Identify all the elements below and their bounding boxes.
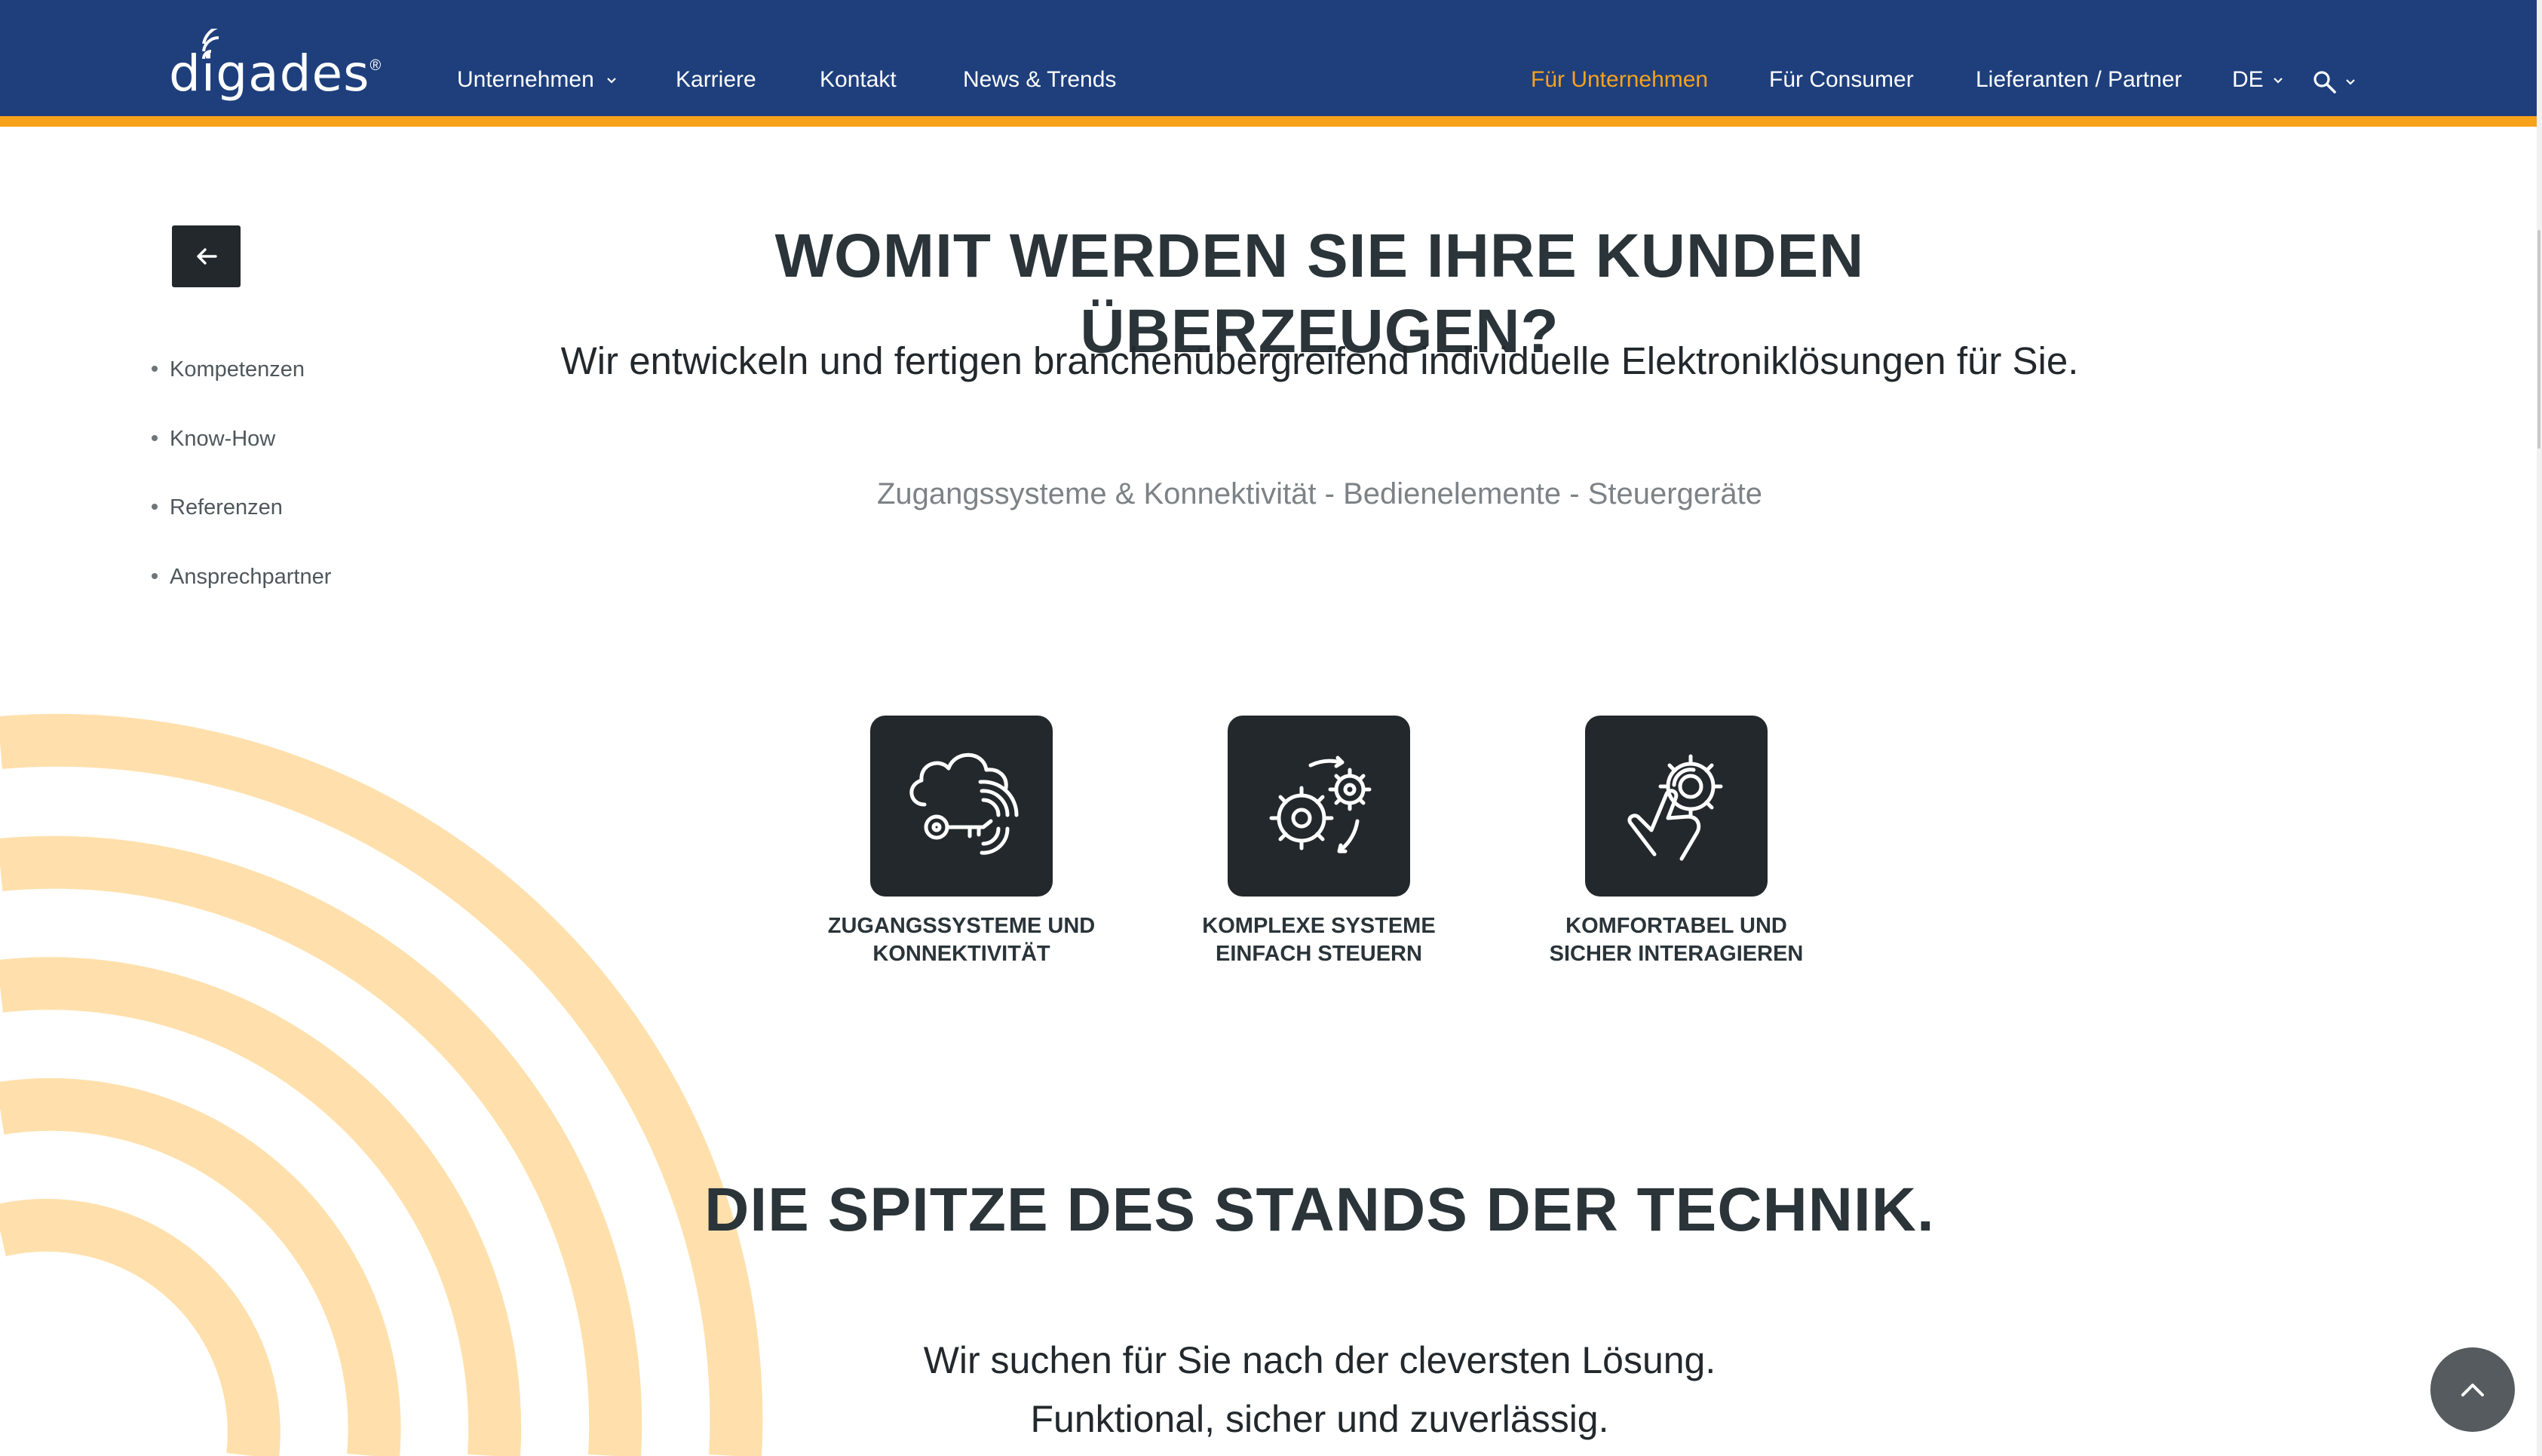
header-accent-stripe (0, 116, 2537, 127)
sidebar-link-label: Kompetenzen (170, 357, 305, 382)
chevron-up-icon (2461, 1384, 2484, 1396)
bullet-dot (152, 504, 158, 510)
feature-label-line: KOMFORTABEL UND (1565, 914, 1787, 938)
back-button[interactable] (172, 225, 241, 287)
feature-label-komplexe-systeme: KOMPLEXE SYSTEME EINFACH STEUERN (1145, 912, 1492, 968)
sidebar-link-know-how[interactable]: Know-How (152, 424, 275, 454)
scroll-to-top-button[interactable] (2430, 1347, 2515, 1432)
language-label: DE (2232, 67, 2264, 92)
nav-kontakt[interactable]: Kontakt (820, 63, 897, 97)
feature-label-line: KOMPLEXE SYSTEME (1202, 914, 1436, 938)
logo-text: digades (169, 44, 370, 103)
nav-fuer-consumer[interactable]: Für Consumer (1769, 63, 1914, 97)
logo-signal-icon (202, 29, 219, 60)
nav-lieferanten-partner[interactable]: Lieferanten / Partner (1976, 63, 2182, 97)
feature-label-line: SICHER INTERAGIEREN (1549, 942, 1804, 966)
feature-tile-komfortabel[interactable] (1585, 716, 1768, 897)
sidebar-link-referenzen[interactable]: Referenzen (152, 492, 283, 523)
sidebar-link-label: Know-How (170, 427, 276, 451)
nav-karriere[interactable]: Karriere (676, 63, 756, 97)
touch-gear-icon (1627, 754, 1723, 861)
page-scrollbar-thumb[interactable] (2537, 230, 2540, 449)
sidebar-link-label: Referenzen (170, 495, 283, 520)
chevron-down-icon (2346, 79, 2356, 85)
bullet-dot (152, 573, 158, 580)
bullet-dot (152, 435, 158, 442)
feature-tile-komplexe-systeme[interactable] (1228, 716, 1410, 897)
nav-unternehmen[interactable]: Unternehmen (457, 63, 617, 97)
search-toggle[interactable] (2312, 65, 2356, 98)
technik-heading: DIE SPITZE DES STANDS DER TECHNIK. (704, 1176, 1935, 1244)
feature-label-line: KONNEKTIVITÄT (872, 942, 1050, 966)
chevron-down-icon (607, 78, 616, 84)
nav-unternehmen-label: Unternehmen (457, 67, 594, 92)
feature-label-line: ZUGANGSSYSTEME UND (827, 914, 1096, 938)
bullet-dot (152, 366, 158, 372)
arrow-left-icon (196, 248, 217, 265)
chevron-down-icon (2274, 78, 2283, 84)
intro-lead: Wir entwickeln und fertigen branchenüber… (560, 339, 2079, 382)
technik-line-1: Wir suchen für Sie nach der cleversten L… (923, 1339, 1716, 1381)
feature-tile-zugangssysteme[interactable] (870, 716, 1053, 897)
gears-icon (1269, 756, 1372, 854)
digades-logo[interactable]: digades® (169, 29, 382, 104)
nav-fuer-unternehmen[interactable]: Für Unternehmen (1531, 63, 1708, 97)
intro-subline: Zugangssysteme & Konnektivität - Bediene… (877, 477, 1762, 510)
sidebar-link-kompetenzen[interactable]: Kompetenzen (152, 354, 305, 385)
language-switcher[interactable]: DE (2232, 63, 2283, 97)
technik-line-2: Funktional, sicher und zuverlässig. (1030, 1398, 1609, 1440)
logo-registered-mark: ® (369, 57, 382, 74)
page-scrollbar[interactable] (2537, 0, 2542, 1456)
cloud-key-icon (909, 753, 1019, 855)
feature-label-komfortabel: KOMFORTABEL UND SICHER INTERAGIEREN (1503, 912, 1850, 968)
sidebar-link-ansprechpartner[interactable]: Ansprechpartner (152, 562, 331, 592)
search-icon (2314, 71, 2336, 93)
feature-label-zugangssysteme: ZUGANGSSYSTEME UND KONNEKTIVITÄT (788, 912, 1135, 968)
sidebar-link-label: Ansprechpartner (170, 565, 332, 589)
feature-label-line: EINFACH STEUERN (1216, 942, 1422, 966)
nav-news-trends[interactable]: News & Trends (963, 63, 1116, 97)
site-header: digades® Unternehmen Karriere Kontakt Ne… (0, 0, 2537, 116)
